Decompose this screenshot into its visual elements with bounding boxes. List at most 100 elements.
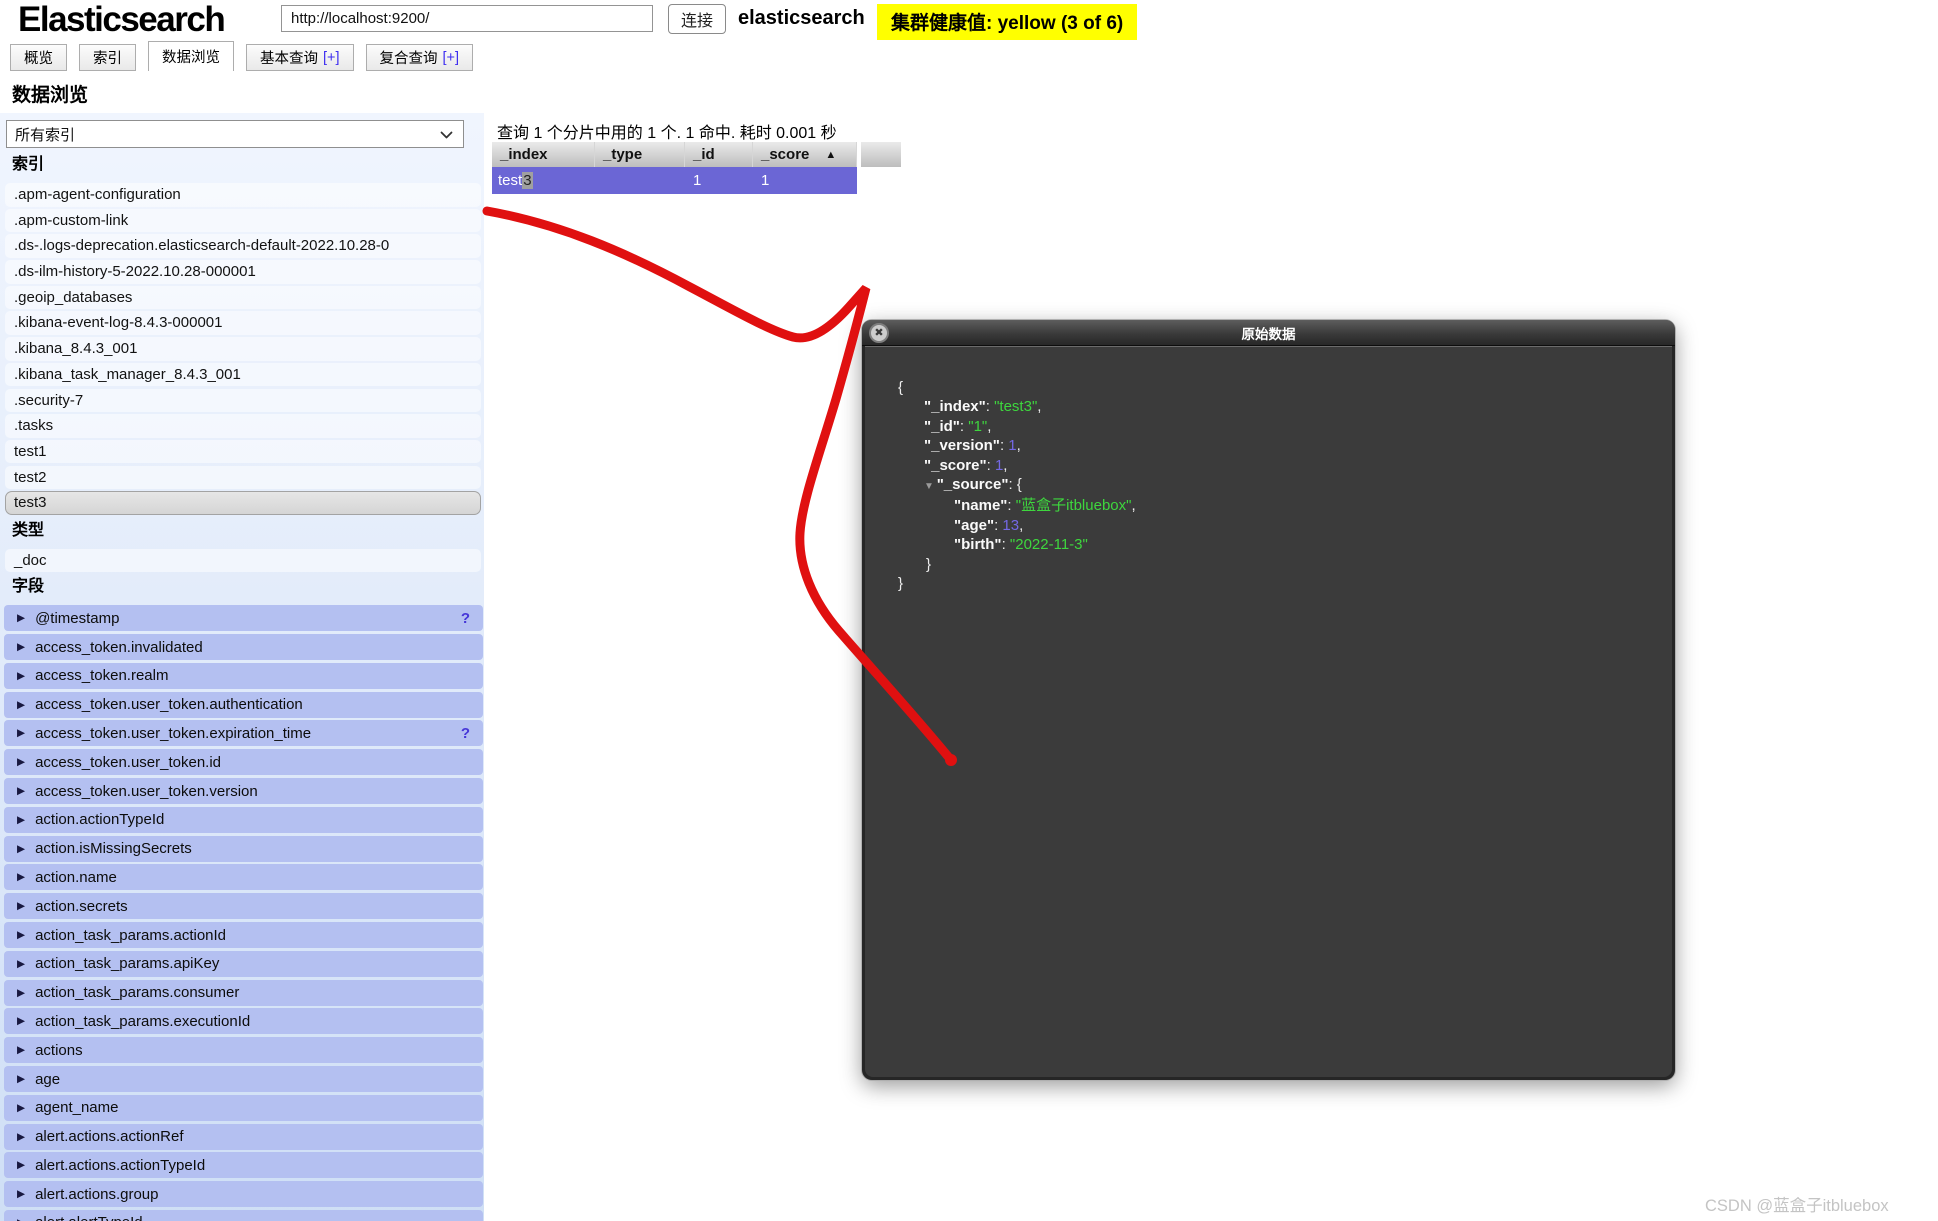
tab[interactable]: 概览: [10, 44, 67, 71]
json-token: "_index": [924, 398, 986, 415]
index-filter-select[interactable]: 所有索引: [6, 120, 464, 148]
json-token: "1": [968, 418, 987, 435]
tab[interactable]: 复合查询 [+]: [366, 44, 474, 71]
field-name: actions: [35, 1042, 83, 1059]
expand-arrow-icon[interactable]: ▶: [17, 785, 25, 797]
expand-arrow-icon[interactable]: ▶: [17, 929, 25, 941]
field-item[interactable]: ▶ age: [4, 1066, 483, 1092]
tab-label: 复合查询: [380, 47, 438, 68]
json-token: {: [898, 379, 903, 396]
column-header[interactable]: _index: [492, 142, 595, 167]
expand-arrow-icon[interactable]: ▶: [17, 1044, 25, 1056]
index-item[interactable]: .kibana-event-log-8.4.3-000001: [5, 311, 481, 335]
field-name: alert.actions.actionRef: [35, 1128, 183, 1145]
column-header[interactable]: _id: [685, 142, 753, 167]
index-item[interactable]: test1: [5, 440, 481, 464]
expand-arrow-icon[interactable]: ▶: [17, 699, 25, 711]
server-url-input[interactable]: [281, 5, 653, 32]
json-line: "birth": "2022-11-3": [898, 535, 1662, 554]
expand-arrow-icon[interactable]: ▶: [17, 871, 25, 883]
json-token: "age": [954, 517, 994, 534]
field-name: action_task_params.apiKey: [35, 955, 219, 972]
tab[interactable]: 索引: [79, 44, 136, 71]
index-item[interactable]: .tasks: [5, 414, 481, 438]
expand-arrow-icon[interactable]: ▶: [17, 641, 25, 653]
field-item[interactable]: ▶ action.name: [4, 864, 483, 890]
raw-data-dialog: ✖ 原始数据 {"_index": "test3","_id": "1","_v…: [862, 320, 1675, 1080]
field-item[interactable]: ▶ agent_name: [4, 1095, 483, 1121]
expand-arrow-icon[interactable]: ▶: [17, 1131, 25, 1143]
tab[interactable]: 基本查询 [+]: [246, 44, 354, 71]
index-item[interactable]: test3: [5, 491, 481, 515]
index-item[interactable]: .security-7: [5, 389, 481, 413]
json-line: "name": "蓝盒子itbluebox",: [898, 496, 1662, 515]
json-token: :: [1002, 536, 1010, 553]
expand-arrow-icon[interactable]: ▶: [17, 756, 25, 768]
tab[interactable]: 数据浏览: [148, 41, 234, 71]
expand-arrow-icon[interactable]: ▶: [17, 900, 25, 912]
connect-button[interactable]: 连接: [668, 4, 726, 34]
field-item[interactable]: ▶ access_token.user_token.expiration_tim…: [4, 720, 483, 746]
field-item[interactable]: ▶ access_token.user_token.authentication: [4, 692, 483, 718]
field-item[interactable]: ▶ action_task_params.apiKey: [4, 951, 483, 977]
expand-arrow-icon[interactable]: ▶: [17, 1159, 25, 1171]
tab-label: 数据浏览: [162, 46, 220, 67]
field-item[interactable]: ▶ access_token.realm: [4, 663, 483, 689]
expand-arrow-icon[interactable]: ▶: [17, 1015, 25, 1027]
index-item[interactable]: .ds-ilm-history-5-2022.10.28-000001: [5, 260, 481, 284]
expand-arrow-icon[interactable]: ▶: [17, 727, 25, 739]
expand-arrow-icon[interactable]: ▶: [17, 670, 25, 682]
expand-arrow-icon[interactable]: ▶: [17, 1102, 25, 1114]
help-icon[interactable]: ?: [461, 610, 470, 627]
field-item[interactable]: ▶ action_task_params.consumer: [4, 980, 483, 1006]
index-item[interactable]: .geoip_databases: [5, 286, 481, 310]
expand-arrow-icon[interactable]: ▶: [17, 814, 25, 826]
column-header[interactable]: _type: [595, 142, 685, 167]
expand-arrow-icon[interactable]: ▶: [17, 1188, 25, 1200]
field-item[interactable]: ▶ action.actionTypeId: [4, 807, 483, 833]
field-item[interactable]: ▶ action_task_params.executionId: [4, 1008, 483, 1034]
index-item[interactable]: .kibana_8.4.3_001: [5, 337, 481, 361]
field-section-heading: 字段: [12, 577, 484, 597]
help-icon[interactable]: ?: [461, 725, 470, 742]
index-item[interactable]: .apm-agent-configuration: [5, 183, 481, 207]
json-token: "_id": [924, 418, 960, 435]
field-name: access_token.user_token.authentication: [35, 696, 303, 713]
json-token: : {: [1008, 476, 1021, 493]
index-item[interactable]: .kibana_task_manager_8.4.3_001: [5, 363, 481, 387]
field-name: action_task_params.actionId: [35, 927, 226, 944]
index-item[interactable]: .apm-custom-link: [5, 209, 481, 233]
column-header[interactable]: [861, 142, 901, 167]
expand-arrow-icon[interactable]: ▶: [17, 612, 25, 624]
json-line: ▼ "_source": {: [898, 475, 1662, 496]
json-token: :: [987, 457, 995, 474]
field-item[interactable]: ▶ access_token.user_token.id: [4, 749, 483, 775]
field-item[interactable]: ▶ @timestamp ?: [4, 605, 483, 631]
field-item[interactable]: ▶ alert.actions.group: [4, 1181, 483, 1207]
field-item[interactable]: ▶ action.isMissingSecrets: [4, 836, 483, 862]
expand-arrow-icon[interactable]: ▶: [17, 958, 25, 970]
field-item[interactable]: ▶ alert.actions.actionRef: [4, 1124, 483, 1150]
field-item[interactable]: ▶ alert.actions.actionTypeId: [4, 1152, 483, 1178]
column-label: _score: [761, 146, 809, 163]
close-icon[interactable]: ✖: [869, 323, 889, 343]
tab-label: 概览: [24, 47, 53, 68]
json-line: {: [898, 378, 1662, 397]
field-item[interactable]: ▶ actions: [4, 1037, 483, 1063]
field-item[interactable]: ▶ action.secrets: [4, 893, 483, 919]
field-item[interactable]: ▶ access_token.user_token.version: [4, 778, 483, 804]
expand-arrow-icon[interactable]: ▶: [17, 843, 25, 855]
column-header[interactable]: _score ▲: [753, 142, 857, 167]
type-list: _doc: [0, 549, 484, 573]
expand-arrow-icon[interactable]: ▶: [17, 987, 25, 999]
expand-arrow-icon[interactable]: ▶: [17, 1073, 25, 1085]
result-row[interactable]: test3 1 1: [492, 167, 857, 194]
field-name: alert.actions.group: [35, 1186, 158, 1203]
type-item[interactable]: _doc: [5, 549, 481, 573]
index-item[interactable]: test2: [5, 466, 481, 490]
field-item[interactable]: ▶ access_token.invalidated: [4, 634, 483, 660]
field-item[interactable]: ▶ action_task_params.actionId: [4, 922, 483, 948]
expand-arrow-icon[interactable]: ▶: [17, 1217, 25, 1221]
field-item[interactable]: ▶ alert.alertTypeId: [4, 1210, 483, 1221]
index-item[interactable]: .ds-.logs-deprecation.elasticsearch-defa…: [5, 234, 481, 258]
